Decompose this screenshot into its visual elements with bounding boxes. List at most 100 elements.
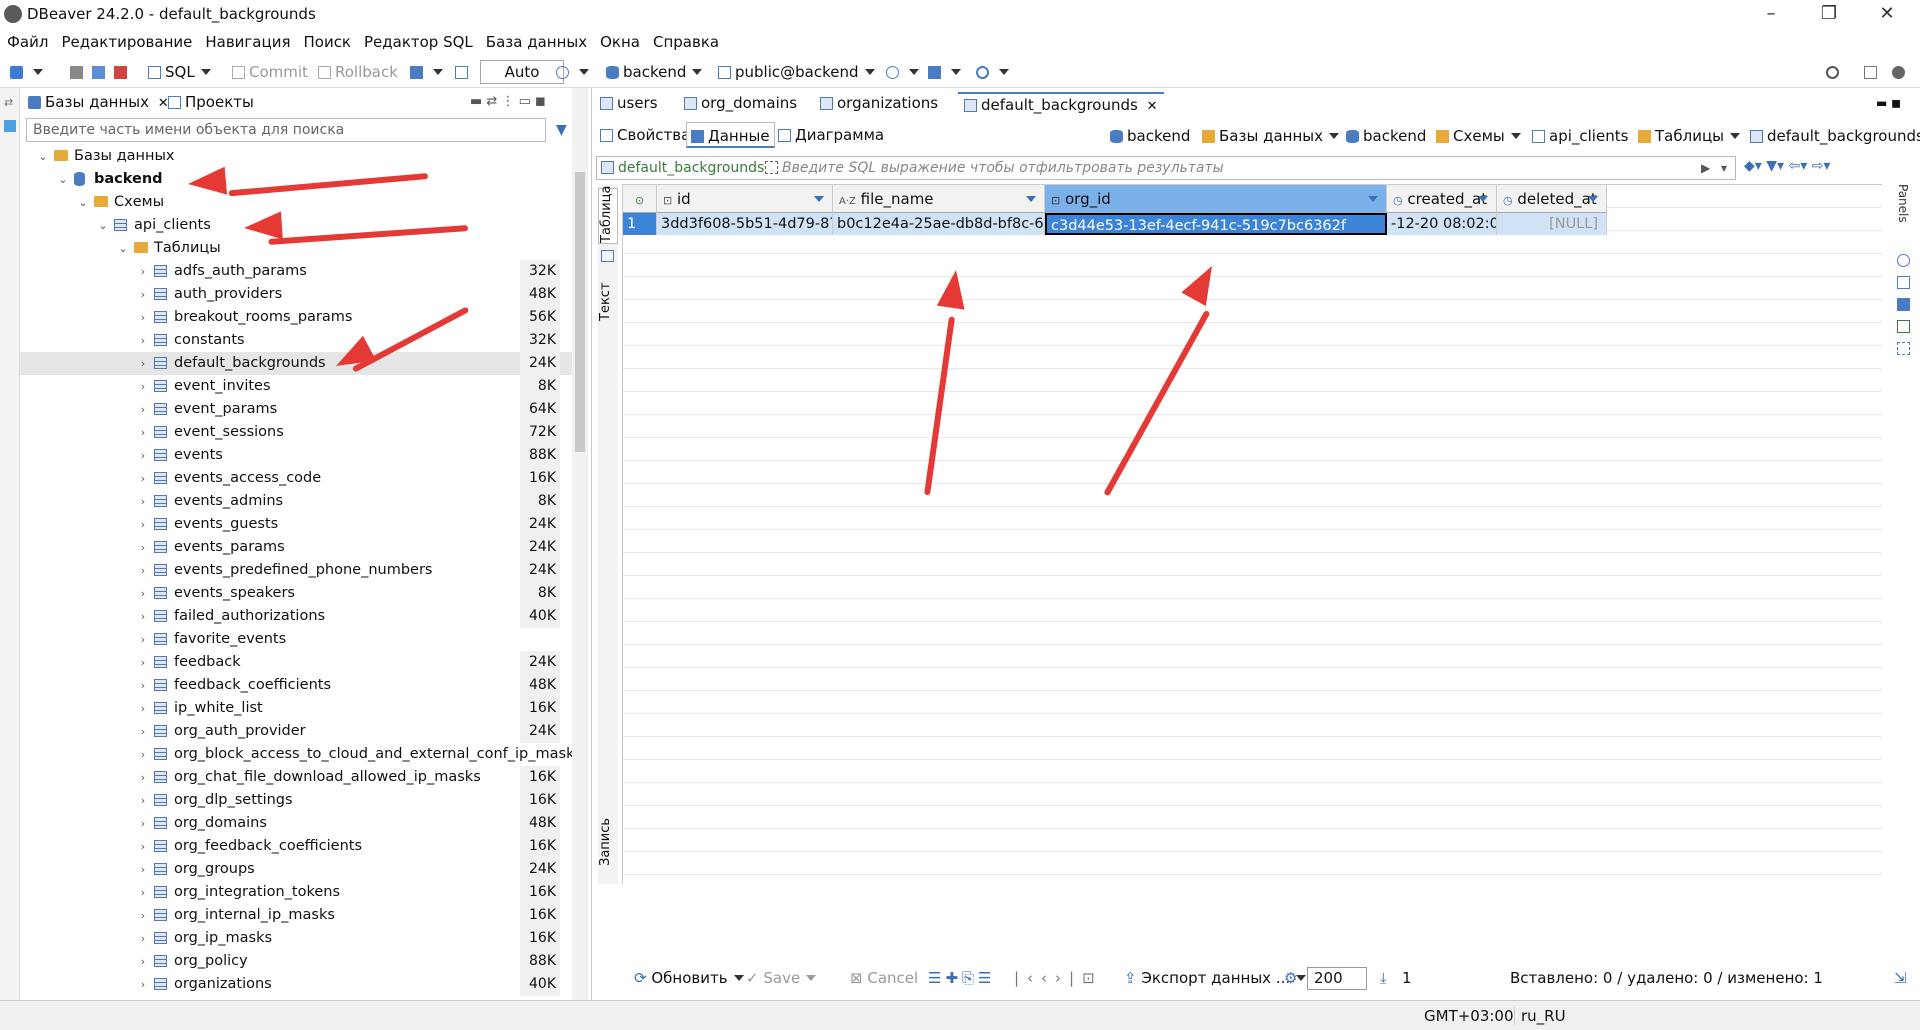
collapse-icon[interactable]: › [138,651,148,674]
table-node-events-speakers[interactable]: › events_speakers 8K [20,582,572,605]
calc-panel-icon[interactable] [1897,320,1910,333]
schema-select[interactable]: public@backend [718,62,875,82]
tab-projects[interactable]: Проекты [168,91,254,113]
sql-editor-button[interactable]: SQL [148,62,211,82]
vtab-text[interactable]: Текст [598,274,618,330]
tx-mode-select[interactable]: Auto [480,60,564,84]
row-edit-icons[interactable]: ☰✚⎘☰ [928,964,995,992]
collapse-icon[interactable]: › [138,582,148,605]
menu-help[interactable]: Справка [646,30,725,51]
collapse-icon[interactable]: › [138,398,148,421]
row-header-corner[interactable]: ⊙ [623,185,657,213]
table-node-events-admins[interactable]: › events_admins 8K [20,490,572,513]
table-node-org-domains[interactable]: › org_domains 48K [20,812,572,835]
table-node-favorite-events[interactable]: › favorite_events [20,628,572,651]
collapse-icon[interactable]: › [138,881,148,904]
collapse-icon[interactable]: › [138,444,148,467]
filter-input[interactable]: Введите SQL выражение чтобы отфильтроват… [765,157,1224,179]
close-tab-icon[interactable]: ✕ [1147,99,1158,114]
collapse-icon[interactable]: › [138,375,148,398]
menu-window[interactable]: Окна [593,30,646,51]
table-node-org-dlp-settings[interactable]: › org_dlp_settings 16K [20,789,572,812]
breadcrumb-backend-db[interactable]: backend [1346,124,1426,148]
collapse-icon[interactable]: › [138,306,148,329]
cell-id[interactable]: 3dd3f608-5b51-4d79-87d6-2eb [657,213,833,235]
menu-database[interactable]: База данных [479,30,593,51]
tab-databases[interactable]: Базы данных ✕ [28,91,169,113]
cell-file-name[interactable]: b0c12e4a-25ae-db8d-bf8c-69973c65c [833,213,1045,235]
expand-icon[interactable]: ⌄ [118,237,128,260]
expand-icon[interactable]: ⌄ [78,191,88,214]
vtab-record[interactable]: Запись [598,814,618,870]
dbeaver-perspective-icon[interactable] [1892,62,1909,82]
table-node-event-sessions[interactable]: › event_sessions 72K [20,421,572,444]
collapse-icon[interactable]: › [138,812,148,835]
navigator-search-input[interactable]: Введите часть имени объекта для поиска [26,118,546,142]
references-panel-icon[interactable] [1897,342,1910,355]
tree-node-api_clients[interactable]: ⌄ api_clients [20,214,572,237]
new-connection-button[interactable] [10,62,43,82]
subtab-data[interactable]: Данные [686,122,775,148]
minimize-button[interactable]: – [1742,0,1800,30]
table-node-auth-providers[interactable]: › auth_providers 48K [20,283,572,306]
collapse-icon[interactable]: › [138,628,148,651]
minimize-view-icon[interactable]: ⇄ [4,96,13,109]
expand-icon[interactable]: ⌄ [58,168,68,191]
menu-navigate[interactable]: Навигация [198,30,296,51]
collapse-icon[interactable]: › [138,766,148,789]
table-node-events-access-code[interactable]: › events_access_code 16K [20,467,572,490]
dashboard-icon[interactable] [886,62,919,82]
collapse-icon[interactable]: › [138,329,148,352]
table-node-org-groups[interactable]: › org_groups 24K [20,858,572,881]
table-node-events-predefined-phone-numbers[interactable]: › events_predefined_phone_numbers 24K [20,559,572,582]
tab-default-backgrounds[interactable]: default_backgrounds ✕ [958,92,1164,116]
table-node-default-backgrounds[interactable]: › default_backgrounds 24K [20,352,572,375]
column-header-file-name[interactable]: A·Z file_name [833,185,1045,213]
table-node-org-auth-provider[interactable]: › org_auth_provider 24K [20,720,572,743]
table-node-feedback-coefficients[interactable]: › feedback_coefficients 48K [20,674,572,697]
collapse-icon[interactable]: › [138,352,148,375]
collapse-icon[interactable]: › [138,904,148,927]
table-node-org-integration-tokens[interactable]: › org_integration_tokens 16K [20,881,572,904]
metadata-panel-icon[interactable] [1897,276,1910,289]
refresh-button[interactable]: ⟳ Обновить [634,964,744,992]
table-node-constants[interactable]: › constants 32K [20,329,572,352]
collapse-icon[interactable]: › [138,605,148,628]
scrollbar-thumb[interactable] [575,172,585,452]
table-node-events-params[interactable]: › events_params 24K [20,536,572,559]
vtab-table[interactable]: Таблица [598,186,618,244]
value-panel-icon[interactable] [1897,254,1910,267]
search-icon[interactable] [1826,62,1843,82]
perspective-icon[interactable] [1864,62,1881,82]
table-node-events[interactable]: › events 88K [20,444,572,467]
filter-bar[interactable]: default_backgrounds Введите SQL выражени… [596,156,1736,180]
search-tool-icon[interactable] [976,62,1009,82]
column-header-org-id[interactable]: ⊡ org_id [1045,185,1387,213]
collapse-icon[interactable]: › [138,697,148,720]
tree-node-базы-данных[interactable]: ⌄ Базы данных [20,145,572,168]
collapse-icon[interactable]: › [138,467,148,490]
save-button[interactable]: ✓ Save [746,964,817,992]
maximize-button[interactable]: ❐ [1800,0,1858,30]
collapse-icon[interactable]: › [138,559,148,582]
history-icon[interactable] [556,62,589,82]
breadcrumb-api-clients[interactable]: api_clients [1532,124,1628,148]
menu-search[interactable]: Поиск [296,30,357,51]
apply-filter-icon[interactable]: ▶ [1701,157,1710,179]
column-header-created-at[interactable]: ◷ created_at [1387,185,1497,213]
views-icon[interactable] [4,120,16,132]
settings-icon[interactable]: ⚙ [1284,964,1297,992]
collapse-icon[interactable]: › [138,283,148,306]
collapse-icon[interactable]: › [138,720,148,743]
collapse-icon[interactable]: › [138,513,148,536]
table-node-org-chat-file-download-allowed-ip-masks[interactable]: › org_chat_file_download_allowed_ip_masks… [20,766,572,789]
datasource-select[interactable]: backend [606,62,703,82]
table-node-org-block-access-to-cloud-and-external-conf-ip-masks[interactable]: › org_block_access_to_cloud_and_external_… [20,743,582,766]
table-node-failed-authorizations[interactable]: › failed_authorizations 40K [20,605,572,628]
navigation-icons[interactable]: |‹‹›|⊡ [1014,964,1103,992]
subtab-properties[interactable]: Свойства [600,122,690,148]
collapse-icon[interactable]: › [138,789,148,812]
breadcrumb-tables[interactable]: Таблицы [1638,124,1740,148]
table-node-feedback[interactable]: › feedback 24K [20,651,572,674]
collapse-icon[interactable]: › [138,260,148,283]
